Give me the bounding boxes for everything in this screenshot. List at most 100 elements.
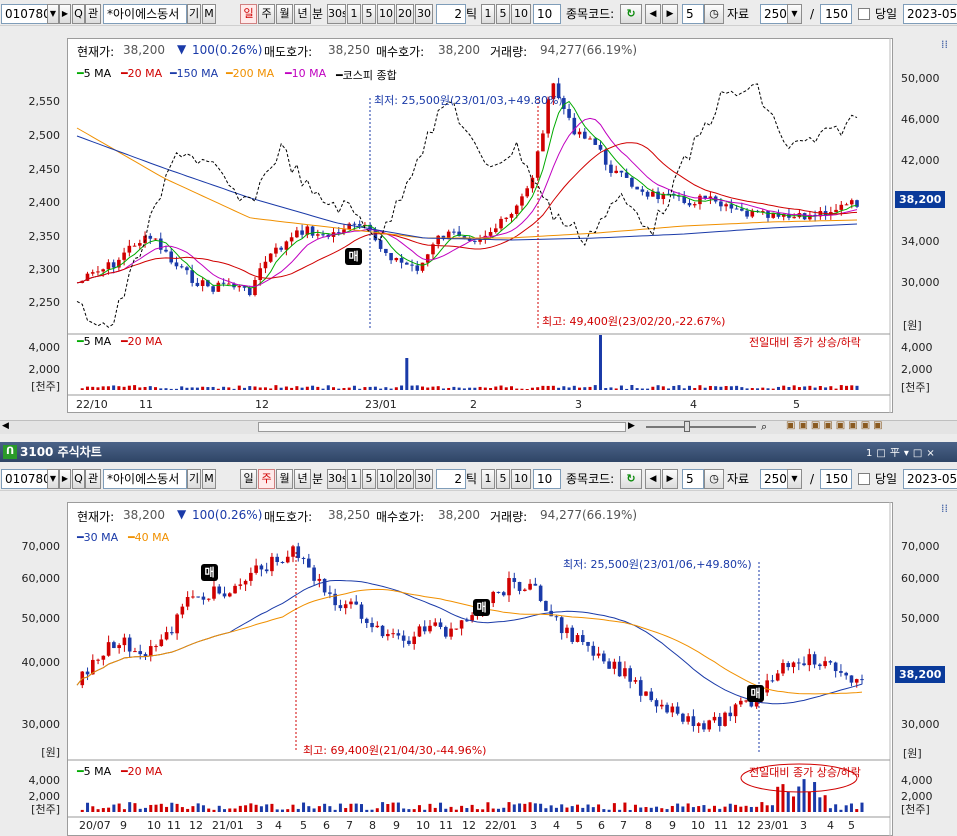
min-10-button-2[interactable]: 10 xyxy=(377,469,395,489)
tick-count-input[interactable]: 2 xyxy=(436,4,466,24)
chart2-vol-label: 거래량: xyxy=(490,510,528,524)
win-btn-pin[interactable]: 平 xyxy=(890,448,904,459)
min-1-button[interactable]: 1 xyxy=(347,4,361,24)
nav-step-input-2[interactable]: 5 xyxy=(682,469,704,489)
min-30-button[interactable]: 30 xyxy=(415,4,433,24)
m-button-2[interactable]: M xyxy=(202,469,216,489)
period-year-tab[interactable]: 년 xyxy=(294,4,311,24)
zoom-icon[interactable]: ⌕ xyxy=(761,420,767,434)
stock-search-icon[interactable]: Q xyxy=(72,4,85,24)
tick-count-input-2[interactable]: 2 xyxy=(436,469,466,489)
chart2-volume-bar xyxy=(813,782,817,812)
chart2-candle xyxy=(580,635,585,642)
chart2-candle xyxy=(154,646,158,648)
refresh-icon[interactable]: ↻ xyxy=(620,4,642,24)
win-btn-close[interactable]: × xyxy=(926,448,938,459)
chart1-scroll-thumb[interactable] xyxy=(258,422,626,432)
today-checkbox[interactable] xyxy=(858,8,870,20)
win-btn-restore[interactable]: □ xyxy=(876,448,889,459)
next-stock-arrow-icon-2[interactable]: ▶ xyxy=(59,469,71,489)
zoom-slider-track[interactable] xyxy=(646,426,756,428)
chart2-cur-label: 현재가: xyxy=(77,510,115,524)
win-btn-menu[interactable]: ▾ xyxy=(904,448,913,459)
scroll-left-icon[interactable]: ◀ xyxy=(2,421,9,431)
min-10-button[interactable]: 10 xyxy=(377,4,395,24)
tick-10-button-2[interactable]: 10 xyxy=(511,469,531,489)
gi-button-2[interactable]: 기 xyxy=(187,469,201,489)
min-20-button-2[interactable]: 20 xyxy=(396,469,414,489)
chart1-volume-bar xyxy=(159,388,163,390)
panel2-window-buttons[interactable]: 1□平▾□× xyxy=(866,444,939,459)
min-30s-button-2[interactable]: 30s xyxy=(327,469,346,489)
period-day-tab[interactable]: 일 xyxy=(240,4,257,24)
period-week-tab[interactable]: 주 xyxy=(258,4,275,24)
today-checkbox-2[interactable] xyxy=(858,473,870,485)
min-5-button[interactable]: 5 xyxy=(362,4,376,24)
next-arrow-icon[interactable]: ▶ xyxy=(662,4,678,24)
chart1-volume-bar xyxy=(640,388,644,390)
chart2-volume-bar xyxy=(460,805,464,812)
min-20-button[interactable]: 20 xyxy=(396,4,414,24)
linked-badge-button[interactable]: 관 xyxy=(85,4,101,24)
period-week-tab-2[interactable]: 주 xyxy=(258,469,275,489)
tick-5-button-2[interactable]: 5 xyxy=(496,469,510,489)
gi-button[interactable]: 기 xyxy=(187,4,201,24)
chart1-left-tick: 2,450 xyxy=(28,163,61,176)
chart1-side-menu-icon[interactable]: ⁞⁞ xyxy=(941,38,948,51)
chart1-volume-bar xyxy=(619,385,623,390)
nav-step-input[interactable]: 5 xyxy=(682,4,704,24)
min-5-button-2[interactable]: 5 xyxy=(362,469,376,489)
win-btn-max[interactable]: □ xyxy=(913,448,926,459)
clock-icon[interactable]: ◷ xyxy=(704,4,724,24)
chart2-volume-bar xyxy=(834,804,838,812)
date-input[interactable]: 2023-05-2 xyxy=(903,4,957,24)
period-year-tab-2[interactable]: 년 xyxy=(294,469,311,489)
chart-tool-icons[interactable]: ▣▣▣▣▣▣▣▣ xyxy=(786,420,886,431)
chart2-candle xyxy=(512,578,517,582)
chart1-vol-label: 거래량: xyxy=(490,45,528,59)
chart1-volume-bar xyxy=(363,387,367,390)
scroll-right-icon[interactable]: ▶ xyxy=(628,421,635,431)
tick-1-button-2[interactable]: 1 xyxy=(481,469,495,489)
chart1-high-note: 최고: 49,400원(23/02/20,-22.67%) xyxy=(542,315,726,328)
total-count-input-2[interactable]: 150 xyxy=(820,469,852,489)
chart1-candle xyxy=(132,245,137,247)
tick-10-button[interactable]: 10 xyxy=(511,4,531,24)
chart1-candle xyxy=(640,189,645,192)
prev-arrow-icon[interactable]: ◀ xyxy=(645,4,661,24)
chart2-candle xyxy=(781,663,785,674)
date-input-2[interactable]: 2023-05-2 xyxy=(903,469,957,489)
min-30-button-2[interactable]: 30 xyxy=(415,469,433,489)
period-month-tab[interactable]: 월 xyxy=(276,4,293,24)
m-button[interactable]: M xyxy=(202,4,216,24)
tick-custom-input[interactable]: 10 xyxy=(533,4,561,24)
tick-1-button[interactable]: 1 xyxy=(481,4,495,24)
chart1-volume-bar xyxy=(154,387,158,390)
refresh-icon-2[interactable]: ↻ xyxy=(620,469,642,489)
tick-5-button[interactable]: 5 xyxy=(496,4,510,24)
next-stock-arrow-icon[interactable]: ▶ xyxy=(59,4,71,24)
period-month-tab-2[interactable]: 월 xyxy=(276,469,293,489)
stock-code-dropdown-button-2[interactable]: ▼ xyxy=(47,469,59,489)
chart2-side-menu-icon[interactable]: ⁞⁞ xyxy=(941,502,948,515)
win-btn-1[interactable]: 1 xyxy=(866,448,876,459)
clock-icon-2[interactable]: ◷ xyxy=(704,469,724,489)
chart2-ask-value: 38,250 xyxy=(328,508,370,522)
chart1-candle xyxy=(415,265,420,271)
chart2-candle xyxy=(391,633,395,635)
min-30s-button[interactable]: 30s xyxy=(327,4,346,24)
period-day-tab-2[interactable]: 일 xyxy=(240,469,257,489)
next-arrow-icon-2[interactable]: ▶ xyxy=(662,469,678,489)
stock-search-icon-2[interactable]: Q xyxy=(72,469,85,489)
zoom-slider-thumb[interactable] xyxy=(684,421,690,432)
tick-custom-input-2[interactable]: 10 xyxy=(533,469,561,489)
chart1-volume-bar xyxy=(803,386,807,390)
prev-arrow-icon-2[interactable]: ◀ xyxy=(645,469,661,489)
total-count-input[interactable]: 150 xyxy=(820,4,852,24)
chart1-volume-bar xyxy=(311,385,315,390)
stock-code-dropdown-button[interactable]: ▼ xyxy=(47,4,59,24)
data-count-dropdown-icon[interactable]: ▼ xyxy=(787,4,802,24)
linked-badge-button-2[interactable]: 관 xyxy=(85,469,101,489)
data-count-dropdown-icon-2[interactable]: ▼ xyxy=(787,469,802,489)
min-1-button-2[interactable]: 1 xyxy=(347,469,361,489)
